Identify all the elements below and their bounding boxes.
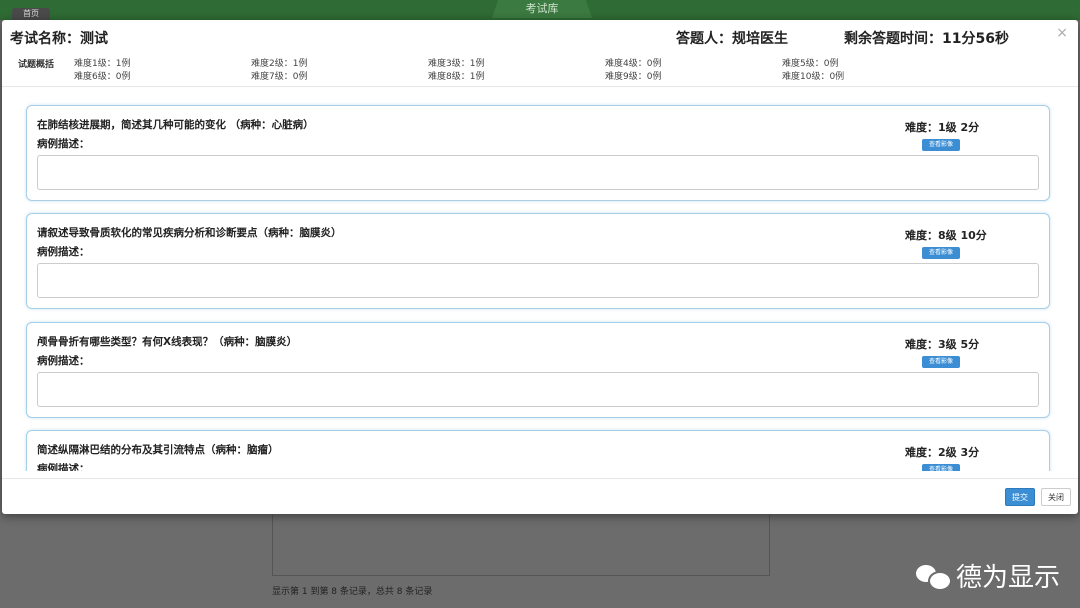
- exam-library-tab[interactable]: 考试库: [492, 0, 592, 18]
- summary-item: 难度6级：0例: [74, 72, 131, 82]
- case-description-label: 病例描述：: [37, 138, 90, 150]
- question-difficulty-score: 难度：1级 2分: [905, 121, 980, 134]
- summary-label: 试题概括: [18, 60, 55, 70]
- case-description-label: 病例描述：: [37, 463, 90, 471]
- case-description-label: 病例描述：: [37, 355, 90, 367]
- pagination-info: 显示第 1 到第 8 条记录，总共 8 条记录: [272, 587, 433, 597]
- summary-item: 难度4级：0例: [605, 59, 662, 69]
- summary-item: 难度9级：0例: [605, 72, 662, 82]
- question-difficulty-score: 难度：3级 5分: [905, 338, 980, 351]
- view-image-button[interactable]: 查看影像: [922, 139, 960, 151]
- exam-name: 考试名称：测试: [10, 31, 108, 47]
- watermark: 德为显示: [915, 557, 1060, 594]
- view-image-button[interactable]: 查看影像: [922, 247, 960, 259]
- summary-item: 难度3级：1例: [428, 59, 485, 69]
- view-image-button[interactable]: 查看影像: [922, 356, 960, 368]
- summary-item: 难度10级：0例: [782, 72, 845, 82]
- summary-item: 难度1级：1例: [74, 59, 131, 69]
- question-difficulty-score: 难度：8级 10分: [905, 229, 987, 242]
- close-button[interactable]: 关闭: [1041, 488, 1071, 506]
- question-card: 颅骨骨折有哪些类型？有何X线表现？（病种：脑膜炎） 病例描述： 难度：3级 5分…: [26, 322, 1050, 418]
- question-list[interactable]: 在肺结核进展期，简述其几种可能的变化 （病种：心脏病） 病例描述： 难度：1级 …: [2, 87, 1078, 471]
- summary-item: 难度8级：1例: [428, 72, 485, 82]
- exam-modal: × 考试名称：测试 答题人：规培医生 剩余答题时间：11分56秒 试题概括 难度…: [2, 20, 1078, 514]
- examinee: 答题人：规培医生: [676, 31, 788, 47]
- summary-item: 难度2级：1例: [251, 59, 308, 69]
- question-difficulty-score: 难度：2级 3分: [905, 446, 980, 459]
- footer-divider: [2, 478, 1078, 479]
- view-image-button[interactable]: 查看影像: [922, 464, 960, 471]
- question-title: 颅骨骨折有哪些类型？有何X线表现？（病种：脑膜炎）: [37, 336, 298, 348]
- case-description-label: 病例描述：: [37, 246, 90, 258]
- difficulty-summary: 难度1级：1例 难度2级：1例 难度3级：1例 难度4级：0例 难度5级：0例 …: [74, 56, 959, 82]
- answer-input[interactable]: [37, 155, 1039, 190]
- home-tab[interactable]: 首页: [12, 8, 50, 20]
- summary-item: 难度7级：0例: [251, 72, 308, 82]
- watermark-text: 德为显示: [955, 563, 1060, 593]
- question-title: 在肺结核进展期，简述其几种可能的变化 （病种：心脏病）: [37, 119, 314, 131]
- question-card: 请叙述导致骨质软化的常见疾病分析和诊断要点（病种：脑膜炎） 病例描述： 难度：8…: [26, 213, 1050, 309]
- question-title: 简述纵隔淋巴结的分布及其引流特点（病种：脑瘤）: [37, 444, 279, 456]
- summary-item: 难度5级：0例: [782, 59, 839, 69]
- question-card: 在肺结核进展期，简述其几种可能的变化 （病种：心脏病） 病例描述： 难度：1级 …: [26, 105, 1050, 201]
- question-title: 请叙述导致骨质软化的常见疾病分析和诊断要点（病种：脑膜炎）: [37, 227, 342, 239]
- question-card: 简述纵隔淋巴结的分布及其引流特点（病种：脑瘤） 病例描述： 难度：2级 3分 查…: [26, 430, 1050, 471]
- submit-button[interactable]: 提交: [1005, 488, 1035, 506]
- remaining-time: 剩余答题时间：11分56秒: [844, 31, 1009, 47]
- answer-input[interactable]: [37, 372, 1039, 407]
- answer-input[interactable]: [37, 263, 1039, 298]
- close-icon[interactable]: ×: [1056, 26, 1068, 40]
- wechat-icon: [915, 563, 952, 591]
- background-table: [272, 515, 770, 576]
